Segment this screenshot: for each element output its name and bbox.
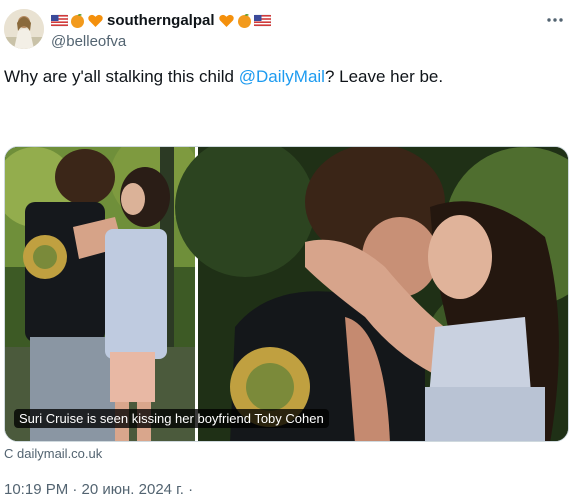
- link-domain[interactable]: C dailymail.co.uk: [4, 446, 102, 461]
- orange-heart-icon: [218, 12, 235, 29]
- kissing-couple-photo: [5, 147, 568, 441]
- tweet-text-start: Why are y'all stalking this child: [4, 67, 239, 86]
- image-caption: Suri Cruise is seen kissing her boyfrien…: [14, 409, 329, 428]
- avatar[interactable]: [4, 9, 44, 49]
- link-card-image[interactable]: Suri Cruise is seen kissing her boyfrien…: [4, 146, 569, 442]
- us-flag-icon: [50, 12, 69, 29]
- author-name-row[interactable]: southerngalpal: [50, 10, 271, 30]
- display-name[interactable]: southerngalpal: [107, 12, 215, 29]
- orange-icon: [69, 12, 86, 29]
- mention-link[interactable]: @DailyMail: [239, 67, 325, 86]
- more-options-icon[interactable]: [545, 10, 565, 30]
- orange-heart-icon: [87, 12, 104, 29]
- tweet-text: Why are y'all stalking this child @Daily…: [4, 66, 564, 88]
- author-handle[interactable]: @belleofva: [51, 33, 126, 50]
- tweet-timestamp[interactable]: 10:19 PM · 20 июн. 2024 г. ·: [4, 481, 193, 498]
- tweet-header: southerngalpal @belleofva: [0, 0, 577, 60]
- us-flag-icon: [253, 12, 271, 29]
- orange-icon: [236, 12, 253, 29]
- tweet-text-end: ? Leave her be.: [324, 67, 444, 86]
